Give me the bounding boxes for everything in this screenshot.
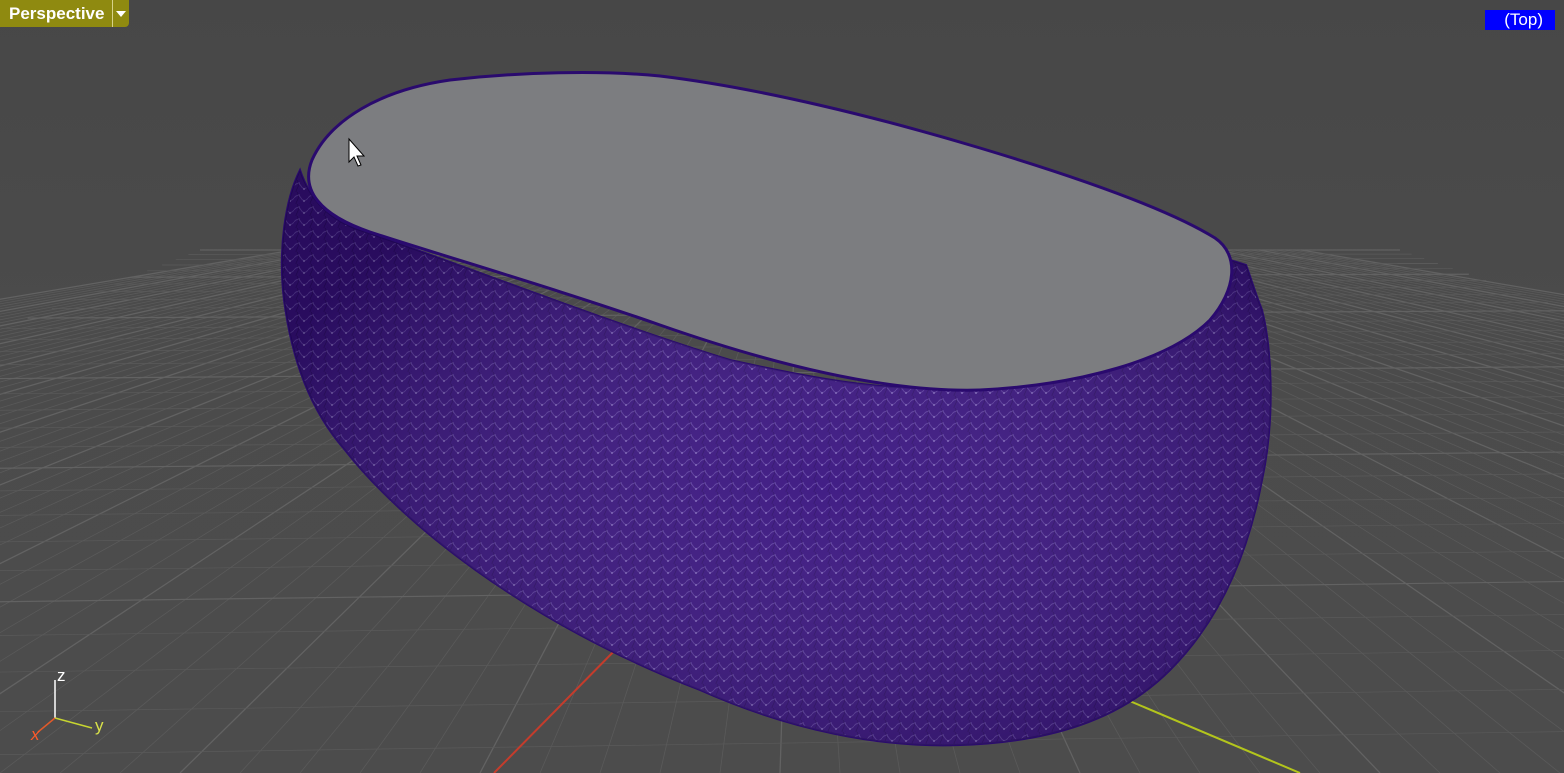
x-axis-line (493, 639, 626, 773)
y-axis-label: y (95, 716, 104, 735)
mesh-object[interactable] (280, 71, 1272, 747)
viewport-title[interactable]: Perspective (0, 0, 112, 27)
perspective-viewport[interactable]: z y x Perspective (Top) (0, 0, 1564, 773)
viewport-title-tab[interactable]: Perspective (0, 0, 130, 27)
scene-canvas[interactable]: z y x (0, 0, 1564, 773)
x-axis-label: x (30, 725, 40, 744)
axis-triad: z y x (30, 666, 104, 744)
chevron-down-icon[interactable] (112, 0, 129, 27)
view-label-badge: (Top) (1485, 10, 1555, 30)
z-axis-label: z (57, 666, 66, 685)
